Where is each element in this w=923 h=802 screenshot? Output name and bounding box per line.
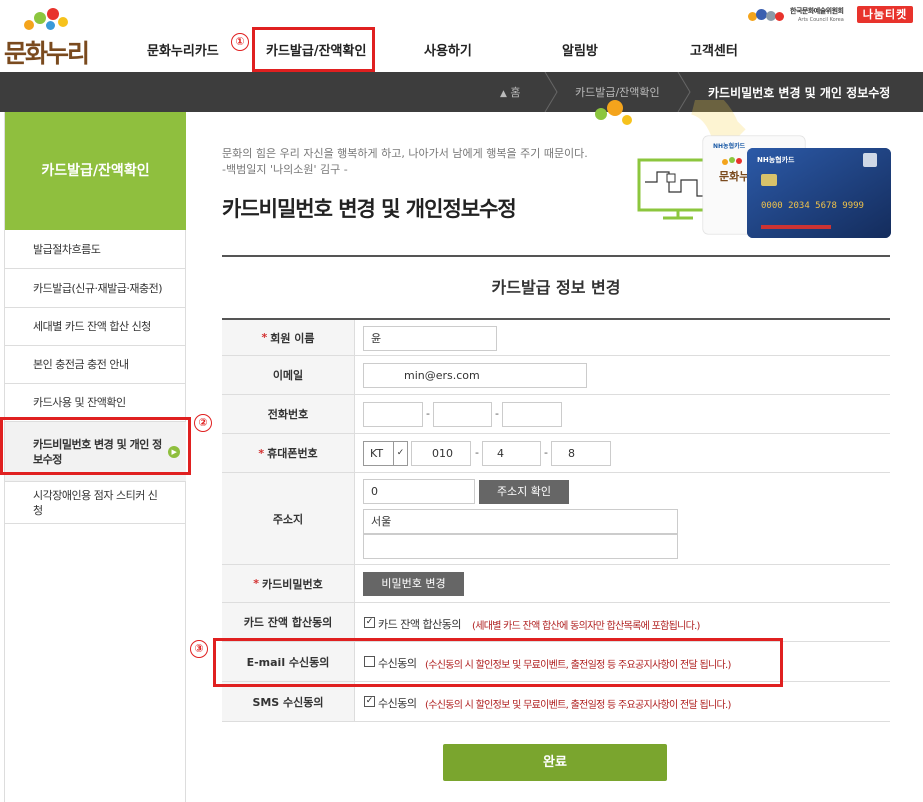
- email-input[interactable]: min@ers.com: [363, 363, 587, 388]
- label-member-name: 회원 이름: [270, 331, 315, 345]
- form-top-line: [222, 255, 890, 257]
- balance-agreement-text[interactable]: 카드 잔액 합산동의: [378, 616, 461, 632]
- label-card-password: 카드비밀번호: [262, 577, 323, 591]
- chevron-down-icon: ✓: [393, 442, 407, 465]
- row-balance-agreement: 카드 잔액 합산동의 ✓ 카드 잔액 합산동의 (세대별 카드 잔액 합산에 동…: [222, 603, 890, 642]
- label-email: 이메일: [222, 356, 355, 394]
- label-balance-agreement: 카드 잔액 합산동의: [222, 603, 355, 641]
- row-phone: 전화번호 - -: [222, 395, 890, 434]
- logo-mark-icon: [22, 8, 72, 36]
- label-address: 주소지: [222, 473, 355, 564]
- form-title: 카드발급 정보 변경: [491, 278, 621, 297]
- page-quote: 문화의 힘은 우리 자신을 행복하게 하고, 나아가서 남에게 행복을 주기 때…: [222, 147, 588, 176]
- svg-text:NH농협카드: NH농협카드: [757, 155, 795, 164]
- card-illustration: NH농협카드 문화누리 NH농협카드 0000 2034 5678 9999: [595, 100, 891, 238]
- balance-agreement-checkbox[interactable]: ✓: [364, 617, 375, 628]
- sidebar-item-process[interactable]: 발급절차흐름도: [5, 230, 186, 269]
- row-member-name: * 회원 이름 윤: [222, 318, 890, 356]
- nh-card-blue: NH농협카드 0000 2034 5678 9999: [747, 148, 891, 238]
- label-sms-consent: SMS 수신동의: [222, 682, 355, 721]
- sidebar-item-balance-merge[interactable]: 세대별 카드 잔액 합산 신청: [5, 308, 186, 346]
- mobile-input-3[interactable]: 8: [551, 441, 611, 466]
- highlight-box-sidebar: [0, 417, 191, 475]
- mobile-input-2[interactable]: 4: [482, 441, 541, 466]
- arts-council-name-kr: 한국문화예술위원회: [790, 7, 844, 15]
- breadcrumb-current: 카드비밀번호 변경 및 개인 정보수정: [708, 86, 891, 100]
- row-email: 이메일 min@ers.com: [222, 356, 890, 395]
- home-icon: ▲: [500, 89, 507, 99]
- sidebar-item-card-issue[interactable]: 카드발급(신규·재발급·재충전): [5, 269, 186, 308]
- munhwa-nuri-logo[interactable]: 문화누리: [4, 8, 94, 68]
- chevron-right-icon: [544, 72, 558, 112]
- sms-consent-note: (수신동의 시 할인정보 및 무료이벤트, 출전일정 등 주요공지사항이 전달 …: [425, 700, 731, 711]
- balance-agreement-note: (세대별 카드 잔액 합산에 동의자만 합산목록에 포함됩니다.): [472, 621, 700, 632]
- sidebar-title: 카드발급/잔액확인: [5, 112, 186, 230]
- page-title: 카드비밀번호 변경 및 개인정보수정: [222, 197, 517, 221]
- breadcrumb-home[interactable]: ▲ 홈: [500, 84, 521, 100]
- nanum-ticket-logo[interactable]: 나눔티켓: [857, 6, 913, 23]
- annotation-2: ②: [194, 414, 212, 432]
- breadcrumb-section[interactable]: 카드발급/잔액확인: [575, 84, 660, 100]
- annotation-3: ③: [190, 640, 208, 658]
- row-address: 주소지 0 주소지 확인 서울: [222, 473, 890, 565]
- label-mobile: 휴대폰번호: [267, 447, 318, 460]
- svg-text:NH농협카드: NH농협카드: [713, 142, 746, 150]
- highlight-box-email-consent: [213, 638, 783, 687]
- submit-button[interactable]: 완료: [443, 744, 667, 781]
- address-check-button[interactable]: 주소지 확인: [479, 480, 569, 504]
- site-header: 문화누리 문화누리카드 카드발급/잔액확인 사용하기 알림방 고객센터 ① 한국…: [0, 0, 923, 72]
- row-mobile: * 휴대폰번호 KT ✓ 010 - 4 - 8: [222, 434, 890, 473]
- gnb-usage[interactable]: 사용하기: [424, 40, 472, 68]
- password-change-button[interactable]: 비밀번호 변경: [363, 572, 464, 596]
- svg-text:0000 2034 5678 9999: 0000 2034 5678 9999: [761, 201, 864, 211]
- highlight-box-gnb: [252, 27, 375, 72]
- sidebar-item-self-charge[interactable]: 본인 충전금 충전 안내: [5, 346, 186, 384]
- arts-council-name-en: Arts Council Korea: [798, 17, 844, 23]
- phone-input-2[interactable]: [433, 402, 492, 427]
- row-sms-consent: SMS 수신동의 ✓ 수신동의 (수신동의 시 할인정보 및 무료이벤트, 출전…: [222, 682, 890, 722]
- gnb-munhwa-nuri-card[interactable]: 문화누리카드: [147, 40, 219, 68]
- address-line1-input[interactable]: 서울: [363, 509, 678, 534]
- gnb-notice[interactable]: 알림방: [562, 40, 598, 68]
- carrier-select[interactable]: KT ✓: [363, 441, 408, 466]
- phone-input-1[interactable]: [363, 402, 423, 427]
- row-card-password: * 카드비밀번호 비밀번호 변경: [222, 565, 890, 603]
- gnb-customer-center[interactable]: 고객센터: [690, 40, 738, 68]
- zipcode-input[interactable]: 0: [363, 479, 475, 504]
- annotation-1: ①: [231, 33, 249, 51]
- label-phone: 전화번호: [222, 395, 355, 433]
- sidebar-item-braille-sticker[interactable]: 시각장애인용 점자 스티커 신청: [5, 482, 186, 524]
- member-name-input[interactable]: 윤: [363, 326, 497, 351]
- address-line2-input[interactable]: [363, 534, 678, 559]
- sms-consent-text[interactable]: 수신동의: [378, 695, 417, 711]
- phone-input-3[interactable]: [502, 402, 562, 427]
- sms-consent-checkbox[interactable]: ✓: [364, 696, 375, 707]
- mobile-input-1[interactable]: 010: [411, 441, 471, 466]
- arts-council-logo[interactable]: 한국문화예술위원회 Arts Council Korea: [748, 6, 853, 26]
- logo-text: 문화누리: [4, 39, 90, 68]
